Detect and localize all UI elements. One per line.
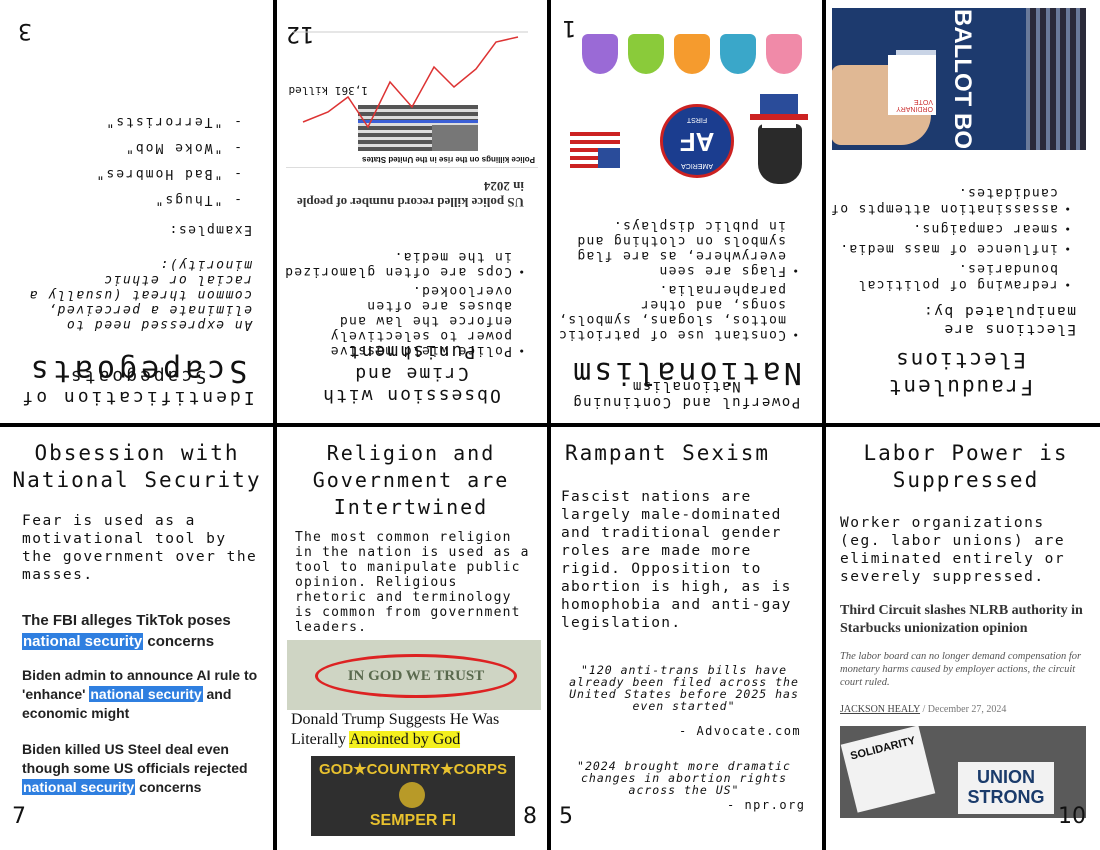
- panel-religion: Religion and Government are Intertwined …: [277, 428, 545, 846]
- page-number: 5: [559, 804, 573, 829]
- examples-list: - "Thugs" - "Bad Hombres" - "Woke Mob" -…: [95, 108, 242, 212]
- list-item: - "Thugs": [153, 192, 242, 207]
- list-item: - "Bad Hombres": [94, 166, 242, 181]
- page-number: 10: [1058, 804, 1086, 829]
- panel-body: Fascist nations are largely male-dominat…: [561, 489, 792, 631]
- panel-title-big: Scapegoats: [26, 353, 248, 388]
- ballot-box-image: BALLOT BO ORDINARY VOTE: [832, 8, 1086, 150]
- quote-source-1: - Advocate.com: [679, 724, 802, 738]
- panel-scapegoats: 3 Identification of Scapegoats Scapegoat…: [2, 0, 272, 418]
- chart-annotation: 1,361 killed: [288, 84, 368, 97]
- panel-title-big: Nationalism: [570, 355, 802, 390]
- panel-body: An expressed need to eliminate a perceiv…: [28, 257, 252, 332]
- union-strong-sign: UNION STRONG: [958, 762, 1054, 814]
- panel-national-security: Obsession with National Security Fear is…: [2, 428, 272, 846]
- panel-body: Fear is used as a motivational tool by t…: [22, 513, 258, 583]
- panel-sexism: Rampant Sexism Fascist nations are large…: [551, 428, 819, 846]
- america-first-logo: AF AMERICA FIRST: [660, 104, 734, 178]
- bullet-list: Constant use of patriotic mottos, slogan…: [552, 214, 800, 342]
- list-item: Cops are often glamorized in the media.: [278, 249, 512, 279]
- list-item: Police wield massive power to selectivel…: [278, 283, 512, 358]
- bullet-list: Police wield massive power to selectivel…: [278, 245, 526, 358]
- money-motto: IN GOD WE TRUST: [315, 654, 517, 698]
- ballot-card: ORDINARY VOTE: [888, 55, 936, 115]
- list-item: Constant use of patriotic mottos, slogan…: [552, 282, 786, 342]
- union-rally-photo: SOLIDARITY UNION STRONG: [840, 726, 1086, 818]
- panel-intro: Elections are manipulated by:: [922, 303, 1076, 337]
- examples-label: Examples:: [168, 222, 252, 237]
- page-number: 3: [18, 18, 32, 43]
- list-item: - "Woke Mob": [124, 140, 242, 155]
- panel-body: The most common religion in the nation i…: [295, 530, 530, 635]
- page-number: 7: [12, 804, 26, 829]
- panel-title: Obsession with National Security: [12, 441, 262, 492]
- marine-patch-image: GOD★COUNTRY★CORPS SEMPER FI: [311, 756, 515, 836]
- article-title: Third Circuit slashes NLRB authority in …: [840, 603, 1083, 636]
- news-headline: Biden killed US Steel deal even though s…: [22, 741, 248, 795]
- page-number: 8: [523, 804, 537, 829]
- list-item: influence of mass media.: [828, 240, 1058, 256]
- panel-title: Labor Power is Suppressed: [863, 441, 1069, 492]
- news-headline: Donald Trump Suggests He Was Literally A…: [291, 711, 500, 748]
- panel-labor: Labor Power is Suppressed Worker organiz…: [826, 428, 1098, 846]
- panel-nationalism: 1 Powerful and Continuing Nationalism Na…: [552, 0, 820, 418]
- panel-title: Rampant Sexism: [565, 441, 771, 465]
- list-item: - "Terrorists": [104, 114, 242, 129]
- list-item: assassination attempts of candidates.: [828, 184, 1058, 216]
- panel-title: Fraudulent Elections: [886, 348, 1034, 399]
- panel-body: Worker organizations (eg. labor unions) …: [840, 515, 1066, 585]
- panel-title: Religion and Government are Intertwined: [312, 441, 510, 519]
- dollar-bill-image: IN GOD WE TRUST: [287, 640, 541, 710]
- trend-line: [293, 31, 528, 129]
- news-headline: US police killed record number of people…: [296, 179, 524, 210]
- panel-fraudulent-elections: 14 Fraudulent Elections Elections are ma…: [826, 0, 1094, 418]
- article-byline: JACKSON HEALY / December 27, 2024: [840, 704, 1007, 715]
- ballot-label: BALLOT BO: [949, 9, 976, 149]
- list-item: smear campaigns.: [828, 220, 1058, 236]
- article-subtitle: The labor board can no longer demand com…: [840, 651, 1082, 688]
- quote-source-2: - npr.org: [727, 798, 806, 812]
- panel-crime-punishment: 12 Obsession with Crime and Punishment P…: [278, 0, 546, 418]
- solidarity-sign: SOLIDARITY: [840, 726, 936, 813]
- list-item: redrawing of political boundaries.: [828, 260, 1058, 292]
- eagle-globe-anchor-icon: [399, 782, 425, 808]
- us-flag-icon: [570, 130, 620, 168]
- quote-1: "120 anti-trans bills have already been …: [569, 663, 799, 713]
- police-killings-chart: Police killings on the rise in the Unite…: [286, 17, 538, 168]
- diverse-kids-illustration: [562, 6, 812, 94]
- news-headline: The FBI alleges TikTok poses national se…: [22, 612, 231, 650]
- uncle-sam-illustration: [746, 94, 812, 184]
- bullet-list: redrawing of political boundaries. influ…: [828, 180, 1072, 292]
- news-headline: Biden admin to announce AI rule to 'enha…: [22, 667, 258, 721]
- fold-line: [0, 423, 1100, 427]
- list-item: Flags are seen everywhere, as are flag s…: [552, 218, 786, 278]
- quote-2: "2024 brought more dramatic changes in a…: [577, 759, 791, 797]
